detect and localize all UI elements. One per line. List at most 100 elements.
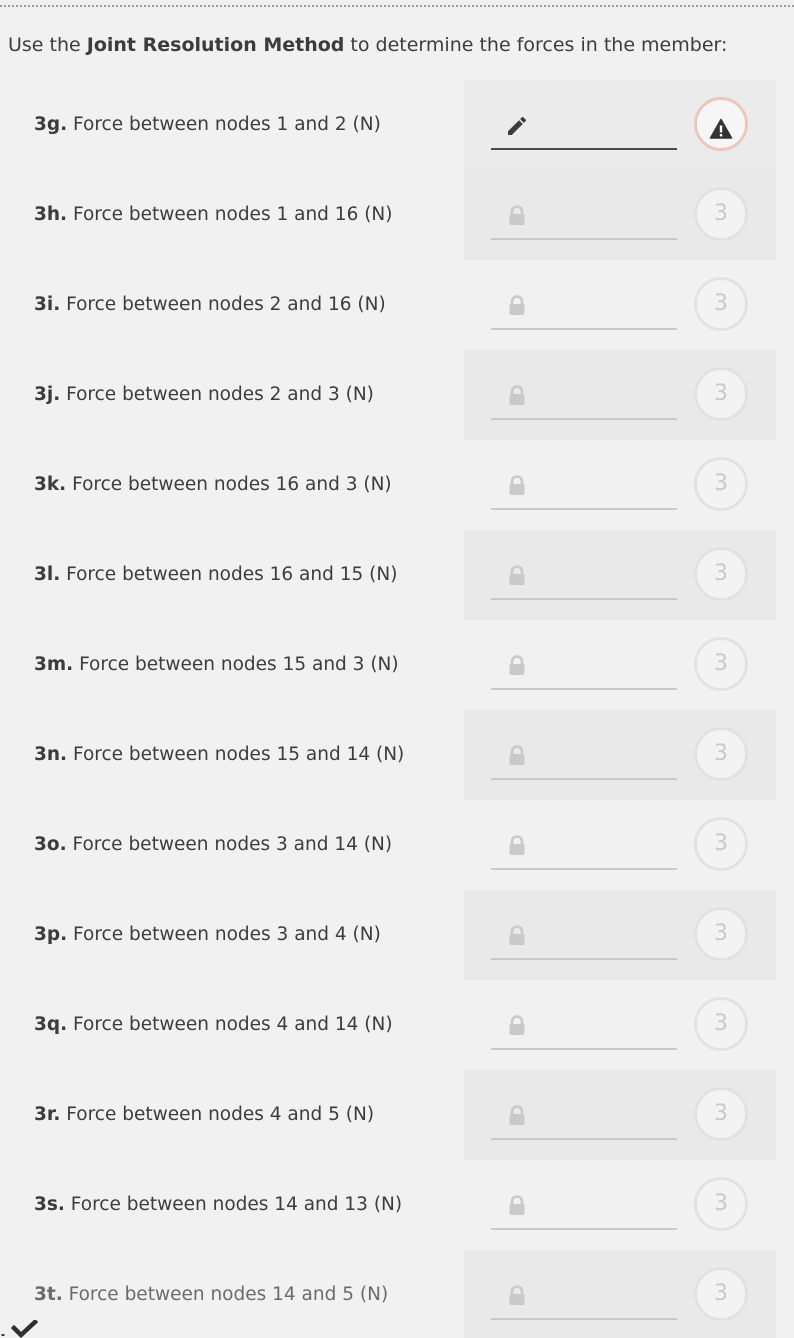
question-label: 3p. Force between nodes 3 and 4 (N) <box>34 890 381 980</box>
lock-icon <box>505 744 529 768</box>
attempts-badge[interactable]: 3 <box>694 637 748 691</box>
lock-icon <box>505 474 529 498</box>
lock-icon <box>505 1194 529 1218</box>
dotted-divider <box>0 5 794 7</box>
question-text: Force between nodes 16 and 3 (N) <box>66 474 392 495</box>
lock-icon <box>505 834 529 858</box>
question-label: 3g. Force between nodes 1 and 2 (N) <box>34 80 381 170</box>
pencil-icon <box>505 114 529 138</box>
attempts-badge[interactable]: 3 <box>694 1087 748 1141</box>
answer-input-locked <box>491 648 677 690</box>
question-label: 3i. Force between nodes 2 and 16 (N) <box>34 260 386 350</box>
question-text: Force between nodes 1 and 16 (N) <box>67 204 393 225</box>
instructions-prefix: Use the <box>8 34 87 56</box>
question-code: 3s. <box>34 1194 65 1215</box>
answer-input-locked <box>491 828 677 870</box>
question-row: 3n. Force between nodes 15 and 14 (N) 3 <box>0 710 794 800</box>
question-text: Force between nodes 2 and 3 (N) <box>60 384 374 405</box>
question-code: 3k. <box>34 474 67 495</box>
question-label: 3k. Force between nodes 16 and 3 (N) <box>34 440 392 530</box>
question-code: 3j. <box>34 384 61 405</box>
answer-input-locked <box>491 468 677 510</box>
question-code: 3o. <box>34 834 67 855</box>
question-code: 3t. <box>34 1284 63 1305</box>
attempts-badge[interactable] <box>694 97 748 151</box>
question-label: 3o. Force between nodes 3 and 14 (N) <box>34 800 392 890</box>
question-row: 3g. Force between nodes 1 and 2 (N) <box>0 80 794 170</box>
attempts-count: 3 <box>714 651 728 676</box>
instructions-text: Use the Joint Resolution Method to deter… <box>8 31 727 59</box>
answer-input-locked <box>491 288 677 330</box>
attempts-count: 3 <box>714 1011 728 1036</box>
lock-icon <box>505 564 529 588</box>
question-label: 3l. Force between nodes 16 and 15 (N) <box>34 530 397 620</box>
attempts-badge[interactable]: 3 <box>694 817 748 871</box>
attempts-badge[interactable]: 3 <box>694 457 748 511</box>
question-row: 3t. Force between nodes 14 and 5 (N) 3 <box>0 1250 794 1338</box>
answer-input-locked <box>491 378 677 420</box>
attempts-badge[interactable]: 3 <box>694 1177 748 1231</box>
question-text: Force between nodes 15 and 3 (N) <box>73 654 399 675</box>
question-text: Force between nodes 4 and 5 (N) <box>60 1104 375 1125</box>
question-label: 3s. Force between nodes 14 and 13 (N) <box>34 1160 402 1250</box>
lock-icon <box>505 924 529 948</box>
question-row: 3q. Force between nodes 4 and 14 (N) 3 <box>0 980 794 1070</box>
lock-icon <box>505 1104 529 1128</box>
attempts-badge[interactable]: 3 <box>694 1267 748 1321</box>
question-code: 3n. <box>34 744 68 765</box>
question-label: 3t. Force between nodes 14 and 5 (N) <box>34 1250 388 1338</box>
attempts-count: 3 <box>714 1281 728 1306</box>
lock-icon <box>505 204 529 228</box>
question-text: Force between nodes 16 and 15 (N) <box>60 564 398 585</box>
lock-icon <box>505 1014 529 1038</box>
question-code: 3p. <box>34 924 68 945</box>
answer-input-locked <box>491 1098 677 1140</box>
instructions-suffix: to determine the forces in the member: <box>344 34 728 56</box>
attempts-badge[interactable]: 3 <box>694 997 748 1051</box>
question-row: 3m. Force between nodes 15 and 3 (N) 3 <box>0 620 794 710</box>
question-label: 3n. Force between nodes 15 and 14 (N) <box>34 710 404 800</box>
checkmark-icon <box>1 1320 39 1338</box>
question-code: 3g. <box>34 114 68 135</box>
attempts-count: 3 <box>714 831 728 856</box>
attempts-badge[interactable]: 3 <box>694 277 748 331</box>
question-row: 3i. Force between nodes 2 and 16 (N) 3 <box>0 260 794 350</box>
question-text: Force between nodes 14 and 13 (N) <box>64 1194 403 1215</box>
question-row: 3h. Force between nodes 1 and 16 (N) 3 <box>0 170 794 260</box>
answer-input-locked <box>491 558 677 600</box>
answer-input-locked <box>491 1278 677 1320</box>
lock-icon <box>505 654 529 678</box>
attempts-count: 3 <box>714 471 728 496</box>
question-code: 3l. <box>34 564 61 585</box>
assignment-page: Use the Joint Resolution Method to deter… <box>0 0 794 1338</box>
attempts-badge[interactable]: 3 <box>694 187 748 241</box>
question-row: 3p. Force between nodes 3 and 4 (N) 3 <box>0 890 794 980</box>
answer-input[interactable] <box>491 108 677 150</box>
question-code: 3i. <box>34 294 61 315</box>
answer-input-locked <box>491 1008 677 1050</box>
question-row: 3k. Force between nodes 16 and 3 (N) 3 <box>0 440 794 530</box>
question-text: Force between nodes 4 and 14 (N) <box>67 1014 393 1035</box>
attempts-badge[interactable]: 3 <box>694 907 748 961</box>
attempts-count: 3 <box>714 561 728 586</box>
instructions-method: Joint Resolution Method <box>86 34 345 56</box>
question-label: 3r. Force between nodes 4 and 5 (N) <box>34 1070 374 1160</box>
attempts-count: 3 <box>714 921 728 946</box>
question-text: Force between nodes 3 and 14 (N) <box>66 834 393 855</box>
question-code: 3m. <box>34 654 74 675</box>
lock-icon <box>505 294 529 318</box>
question-row: 3o. Force between nodes 3 and 14 (N) 3 <box>0 800 794 890</box>
attempts-badge[interactable]: 3 <box>694 547 748 601</box>
answer-input-locked <box>491 918 677 960</box>
question-label: 3h. Force between nodes 1 and 16 (N) <box>34 170 393 260</box>
attempts-badge[interactable]: 3 <box>694 727 748 781</box>
attempts-count: 3 <box>714 381 728 406</box>
question-row: 3r. Force between nodes 4 and 5 (N) 3 <box>0 1070 794 1160</box>
attempts-badge[interactable]: 3 <box>694 367 748 421</box>
question-text: Force between nodes 14 and 5 (N) <box>62 1284 389 1305</box>
attempts-count: 3 <box>714 1101 728 1126</box>
answer-input-locked <box>491 738 677 780</box>
question-label: 3q. Force between nodes 4 and 14 (N) <box>34 980 393 1070</box>
warning-icon <box>709 111 733 139</box>
lock-icon <box>505 1284 529 1308</box>
